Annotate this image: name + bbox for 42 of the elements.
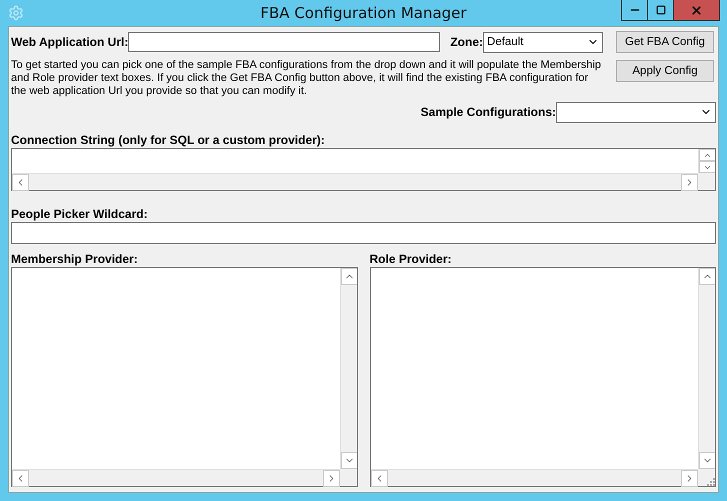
resize-grip-icon[interactable] bbox=[707, 478, 715, 486]
close-button[interactable] bbox=[673, 0, 720, 21]
chevron-right-icon[interactable] bbox=[681, 470, 698, 487]
field-label: Connection String (only for SQL or a custom provider): bbox=[11, 133, 325, 147]
chevron-down-icon[interactable] bbox=[699, 452, 715, 469]
field-label: Web Application Url: bbox=[11, 35, 128, 49]
vertical-scrollbar[interactable] bbox=[340, 268, 356, 469]
action-button[interactable]: Apply Config bbox=[616, 60, 714, 82]
instructions-text: To get started you can pick one of the sample FBA configurations from the drop down and it will populate the Membership and Role provider text boxes. If you click the Get FBA Config button above, it will find the existing FBA configuration for the web application Url you provide so that you can modify it. bbox=[11, 59, 602, 98]
field-label: Zone: bbox=[450, 35, 484, 49]
close-icon bbox=[690, 4, 703, 16]
minimize-button[interactable] bbox=[621, 0, 648, 21]
chevron-right-icon[interactable] bbox=[681, 174, 698, 191]
zone-dropdown[interactable]: Default bbox=[483, 32, 604, 52]
maximize-icon bbox=[656, 5, 666, 15]
chevron-up-icon[interactable] bbox=[699, 149, 715, 161]
chevron-left-icon[interactable] bbox=[12, 174, 29, 191]
field-label: Membership Provider: bbox=[11, 252, 139, 266]
field-label: Sample Configurations: bbox=[420, 105, 556, 119]
action-button[interactable]: Get FBA Config bbox=[616, 31, 714, 53]
horizontal-scrollbar[interactable] bbox=[12, 173, 698, 190]
horizontal-scrollbar[interactable] bbox=[370, 469, 698, 486]
chevron-left-icon[interactable] bbox=[370, 470, 388, 487]
vertical-scrollbar[interactable] bbox=[698, 149, 715, 173]
scrollbar-corner bbox=[698, 173, 715, 190]
chevron-down-icon[interactable] bbox=[699, 161, 715, 173]
horizontal-scrollbar[interactable] bbox=[12, 469, 340, 486]
chevron-right-icon[interactable] bbox=[322, 470, 340, 487]
chevron-left-icon[interactable] bbox=[12, 470, 29, 487]
field-label: Role Provider: bbox=[370, 252, 453, 266]
url-field[interactable] bbox=[128, 32, 440, 52]
chevron-up-icon[interactable] bbox=[340, 268, 356, 285]
sample-dropdown[interactable] bbox=[556, 102, 716, 122]
chevron-up-icon[interactable] bbox=[699, 268, 715, 285]
text-area[interactable] bbox=[11, 148, 716, 191]
gear-icon bbox=[8, 5, 24, 21]
window-title: FBA Configuration Manager bbox=[260, 4, 467, 22]
field-label: People Picker Wildcard: bbox=[11, 207, 148, 221]
scrollbar-corner bbox=[340, 469, 356, 486]
vertical-scrollbar[interactable] bbox=[698, 268, 715, 469]
chevron-down-icon[interactable] bbox=[340, 452, 356, 469]
wildcard-field[interactable] bbox=[11, 222, 716, 244]
